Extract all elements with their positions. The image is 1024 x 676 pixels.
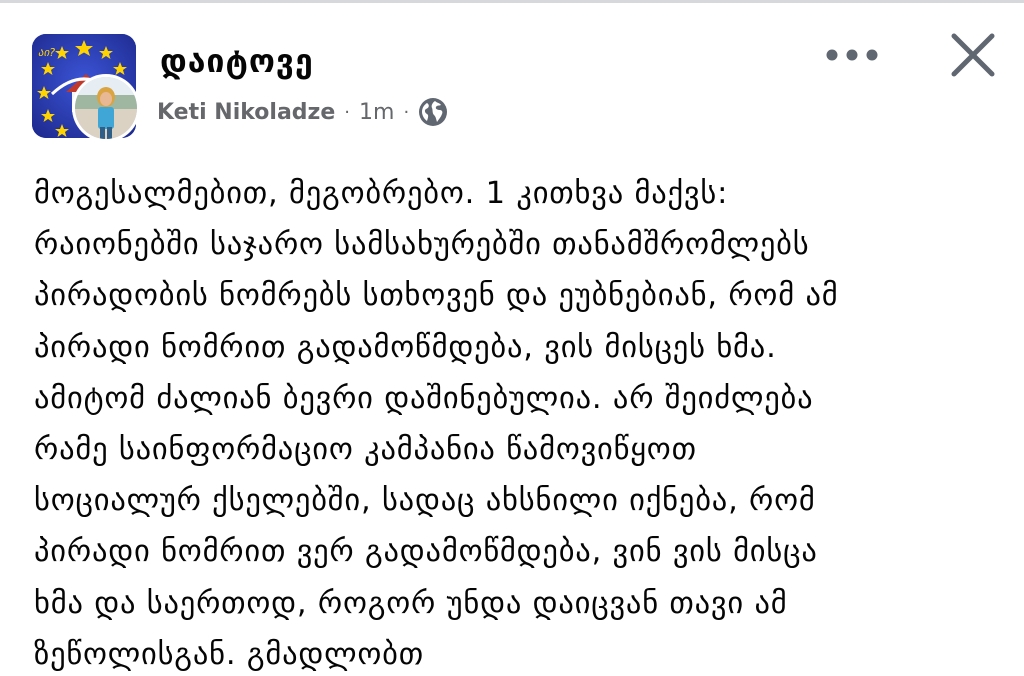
meta-separator: · [344, 101, 351, 123]
more-horizontal-icon [826, 49, 878, 61]
author-name[interactable]: Keti Nikoladze [157, 100, 335, 125]
post-meta: Keti Nikoladze · 1m · [157, 96, 448, 128]
more-options-button[interactable] [822, 38, 882, 72]
close-icon [951, 33, 995, 77]
meta-separator: · [403, 101, 410, 123]
post-text-line: პირადი ნომრით ვერ გადამოწმდება, ვინ ვის … [34, 534, 818, 570]
close-button[interactable] [944, 30, 1002, 80]
post-text-line: ზეწოლისგან. გმადლობთ [34, 636, 424, 672]
post-body: მოგესალმებით, მეგობრებო. 1 კითხვა მაქვს:… [34, 168, 1004, 676]
post-text-line: რაიონებში საჯარო სამსახურებში თანამშრომლ… [34, 227, 810, 263]
post-text-line: პირადი ნომრით გადამოწმდება, ვის მისცეს ხ… [34, 329, 777, 365]
post-text-line: ამიტომ ძალიან ბევრი დაშინებულია. არ შეიძ… [34, 380, 814, 416]
post-timestamp[interactable]: 1m [359, 100, 394, 125]
post-avatar[interactable]: აი? [32, 34, 140, 142]
audience-globe-icon[interactable] [418, 97, 448, 127]
svg-text:აი?: აი? [38, 46, 55, 59]
user-avatar[interactable] [72, 74, 140, 142]
post-text-line: პირადობის ნომრებს სთხოვენ და ეუბნებიან, … [34, 278, 839, 314]
post-text-line: სოციალურ ქსელებში, სადაც ახსნილი იქნება,… [34, 483, 816, 519]
top-divider [0, 0, 1024, 3]
post-text-line: რამე საინფორმაციო კამპანია წამოვიწყოთ [34, 431, 697, 467]
group-name[interactable]: დაიტოვე [160, 42, 314, 80]
post-text-line: მოგესალმებით, მეგობრებო. 1 კითხვა მაქვს: [34, 176, 729, 211]
post-text-line: ხმა და საერთოდ, როგორ უნდა დაიცვან თავი … [34, 585, 788, 621]
